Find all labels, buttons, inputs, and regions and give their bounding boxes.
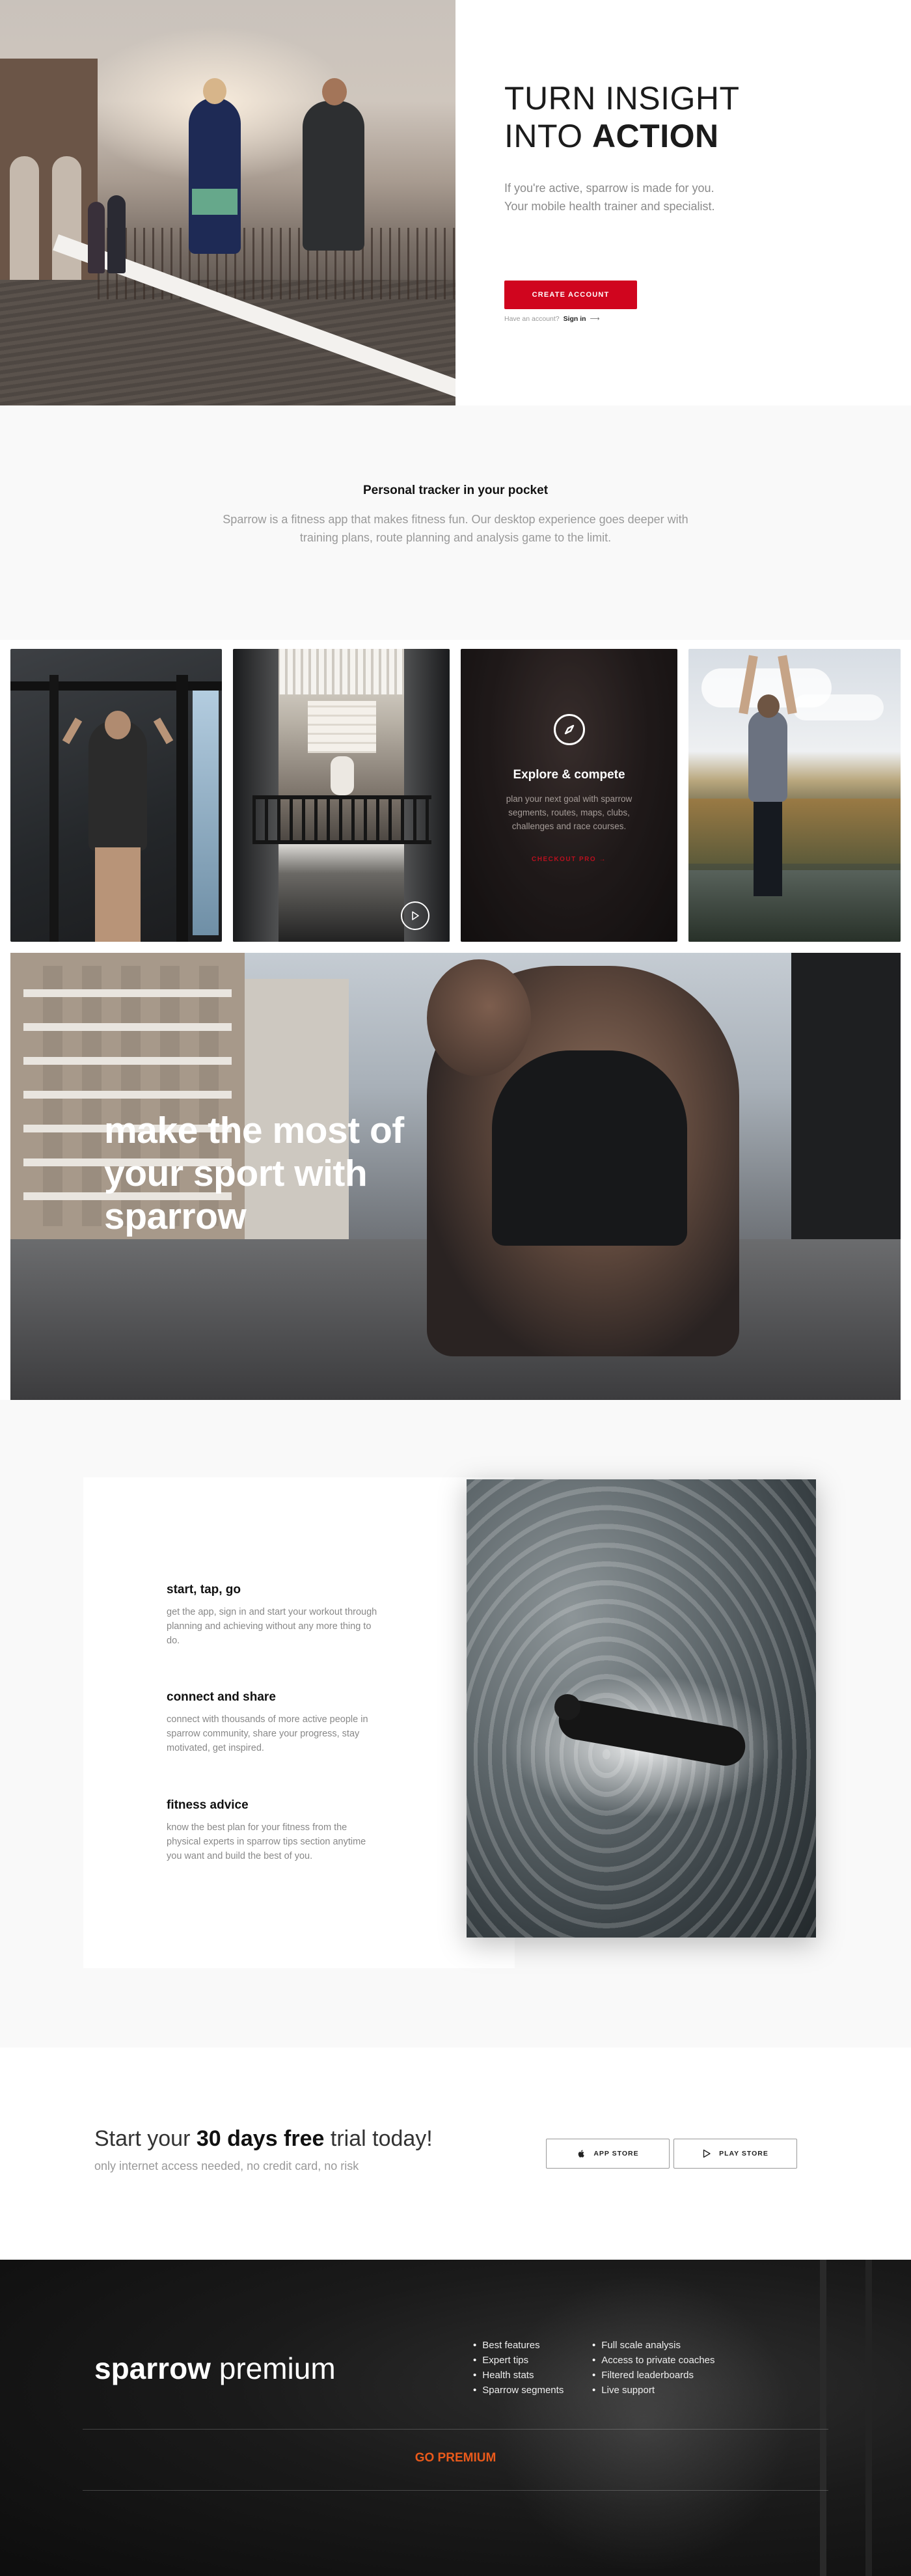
trial-title-post: trial today! <box>330 2126 433 2151</box>
play-store-label: PLAY STORE <box>719 2150 768 2158</box>
premium-feature-item: Live support <box>592 2383 715 2398</box>
trial-subtitle: only internet access needed, no credit c… <box>94 2159 359 2172</box>
trial-title-pre: Start your <box>94 2126 191 2151</box>
feature-fitness-advice: fitness advice know the best plan for yo… <box>167 1798 381 1863</box>
hero-runners-photo <box>0 0 456 405</box>
premium-feature-item: Health stats <box>473 2368 564 2383</box>
gallery-card-video[interactable] <box>233 649 450 942</box>
play-video-button[interactable] <box>401 901 429 930</box>
hero-subtitle: If you're active, sparrow is made for yo… <box>504 182 715 213</box>
feature-title: fitness advice <box>167 1798 249 1812</box>
premium-divider-top <box>83 2429 828 2430</box>
compass-icon <box>554 714 585 745</box>
premium-feature-item: Full scale analysis <box>592 2338 715 2353</box>
hero-title-line2-bold: ACTION <box>591 118 719 154</box>
trial-title: Start your 30 days free trial today! <box>94 2126 433 2152</box>
swimmer-photo <box>467 1479 816 1938</box>
hero-section <box>0 0 911 405</box>
signin-arrow-icon[interactable]: ⟶ <box>590 315 600 323</box>
checkout-pro-link[interactable]: CHECKOUT PRO → <box>461 856 677 863</box>
play-icon <box>412 911 419 920</box>
feature-title: connect and share <box>167 1690 276 1704</box>
play-store-icon <box>703 2149 711 2158</box>
create-account-button[interactable]: CREATE ACCOUNT <box>504 281 637 309</box>
premium-feature-item: Expert tips <box>473 2353 564 2368</box>
premium-brand-light: premium <box>219 2351 336 2385</box>
app-store-label: APP STORE <box>593 2150 639 2158</box>
signin-row: Have an account? Sign in ⟶ <box>504 315 600 323</box>
feature-text: connect with thousands of more active pe… <box>167 1714 368 1753</box>
premium-features-right: Full scale analysis Access to private co… <box>592 2338 715 2398</box>
feature-text: know the best plan for your fitness from… <box>167 1822 366 1861</box>
hero-title-line1: TURN INSIGHT <box>504 80 740 116</box>
signin-prompt: Have an account? <box>504 315 560 323</box>
explore-text: plan your next goal with sparrow segment… <box>506 794 632 831</box>
hero-title-line2-light: INTO <box>504 118 583 154</box>
gallery-card-explore[interactable]: Explore & compete plan your next goal wi… <box>461 649 677 942</box>
feature-text: get the app, sign in and start your work… <box>167 1607 377 1646</box>
premium-feature-item: Sparrow segments <box>473 2383 564 2398</box>
premium-brand: sparrow premium <box>94 2351 336 2386</box>
banner-title: make the most of your sport with sparrow <box>104 1110 404 1237</box>
trial-title-bold: 30 days free <box>196 2126 325 2151</box>
premium-feature-item: Access to private coaches <box>592 2353 714 2368</box>
premium-feature-item: Best features <box>473 2338 564 2353</box>
go-premium-button[interactable]: GO PREMIUM <box>0 2451 911 2465</box>
feature-title: start, tap, go <box>167 1583 241 1596</box>
feature-connect-share: connect and share connect with thousands… <box>167 1690 381 1755</box>
tracker-title: Personal tracker in your pocket <box>362 484 549 497</box>
premium-brand-bold: sparrow <box>94 2351 211 2385</box>
signin-link[interactable]: Sign in <box>564 315 586 323</box>
gallery-card-yoga[interactable] <box>688 649 901 942</box>
tracker-text: Sparrow is a fitness app that makes fitn… <box>223 513 688 544</box>
explore-title: Explore & compete <box>513 768 625 782</box>
play-store-button[interactable]: PLAY STORE <box>673 2139 797 2169</box>
gallery-card-gym[interactable] <box>10 649 222 942</box>
premium-divider-bottom <box>83 2490 828 2491</box>
premium-feature-item: Filtered leaderboards <box>592 2368 715 2383</box>
feature-start-tap-go: start, tap, go get the app, sign in and … <box>167 1583 381 1648</box>
hero-title: TURN INSIGHT INTO ACTION <box>504 79 740 155</box>
premium-section <box>0 2260 911 2576</box>
app-store-button[interactable]: APP STORE <box>546 2139 670 2169</box>
premium-features-left: Best features Expert tips Health stats S… <box>473 2338 564 2398</box>
apple-icon <box>578 2150 585 2158</box>
